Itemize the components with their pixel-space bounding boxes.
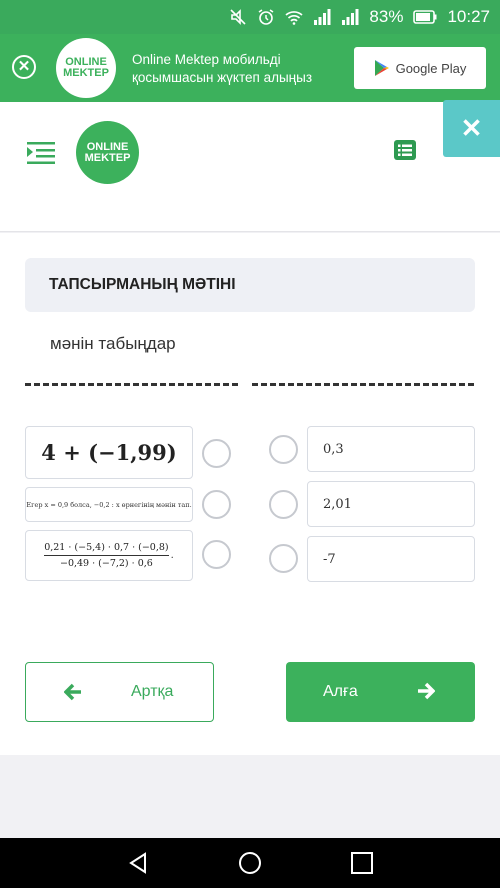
alarm-icon (258, 9, 274, 25)
radio-right[interactable] (269, 435, 298, 464)
banner-text: Online Mektep мобильді қосымшасын жүктеп… (132, 52, 313, 85)
banner-logo-line2: MEKTEP (63, 67, 109, 79)
home-icon[interactable] (238, 851, 262, 875)
google-play-label: Google Play (395, 60, 467, 76)
close-button[interactable]: ✕ (443, 100, 500, 157)
signal-icon (342, 9, 359, 25)
radio-right[interactable] (269, 490, 298, 519)
banner-logo: ONLINE MEKTEP (56, 38, 116, 98)
wifi-icon (285, 11, 303, 25)
promo-banner: ✕ ONLINE MEKTEP Online Mektep мобильді қ… (0, 34, 500, 102)
answer-value: 2,01 (323, 496, 352, 512)
radio-left[interactable] (202, 540, 231, 569)
answer-value: 0,3 (323, 441, 344, 457)
next-button[interactable]: Алға (286, 662, 475, 722)
fraction-numerator: 0,21 · (−5,4) · 0,7 · (−0,8) (44, 542, 169, 556)
status-bar: 83% 10:27 (0, 0, 500, 34)
task-list-icon[interactable] (394, 140, 416, 160)
battery-percent: 83% (369, 7, 404, 26)
google-play-button[interactable]: Google Play (354, 47, 486, 89)
radio-right[interactable] (269, 544, 298, 573)
match-left-item[interactable]: 4 + (−1,99) (25, 426, 193, 479)
radio-left[interactable] (202, 439, 231, 468)
task-description: мәнін табыңдар (50, 334, 176, 353)
app-logo-line2: MEKTEP (84, 151, 131, 164)
fraction-suffix: . (170, 550, 174, 561)
app-logo-line1: ONLINE (86, 140, 129, 153)
match-right-item[interactable]: 0,3 (307, 426, 475, 472)
clock: 10:27 (447, 7, 490, 26)
recents-icon[interactable] (350, 851, 374, 875)
next-button-label: Алға (323, 683, 358, 700)
fraction: 0,21 · (−5,4) · 0,7 · (−0,8) −0,49 · (−7… (44, 542, 169, 569)
arrow-left-icon (64, 683, 81, 701)
play-store-icon (374, 60, 389, 76)
answer-value: -7 (323, 551, 336, 567)
back-button[interactable]: Артқа (25, 662, 214, 722)
match-right-item[interactable]: 2,01 (307, 481, 475, 527)
mute-icon (230, 9, 246, 25)
task-panel: ТАПСЫРМАНЫҢ МӘТІНІ мәнін табыңдар 4 + (−… (0, 233, 500, 755)
expression: 4 + (−1,99) (41, 440, 177, 465)
fraction-denominator: −0,49 · (−7,2) · 0,6 (59, 558, 153, 569)
back-icon[interactable] (126, 851, 150, 875)
app-header: ONLINE MEKTEP (0, 102, 500, 232)
expression: Егер x = 0,9 болса, −0,2 : x өрнегінің м… (26, 500, 192, 509)
match-left-item[interactable]: Егер x = 0,9 болса, −0,2 : x өрнегінің м… (25, 487, 193, 522)
app-logo[interactable]: ONLINE MEKTEP (76, 121, 139, 184)
back-button-label: Артқа (131, 683, 174, 700)
divider (252, 383, 474, 387)
divider (25, 383, 238, 387)
signal-icon (314, 9, 331, 25)
radio-left[interactable] (202, 490, 231, 519)
match-left-item[interactable]: 0,21 · (−5,4) · 0,7 · (−0,8) −0,49 · (−7… (25, 530, 193, 581)
system-nav-bar (0, 838, 500, 888)
banner-close-button[interactable]: ✕ (12, 55, 36, 79)
battery-icon (413, 10, 437, 24)
task-header: ТАПСЫРМАНЫҢ МӘТІНІ (25, 258, 475, 312)
close-icon: ✕ (460, 113, 483, 143)
match-right-item[interactable]: -7 (307, 536, 475, 582)
arrow-right-icon (418, 682, 435, 700)
menu-icon[interactable] (26, 141, 56, 165)
